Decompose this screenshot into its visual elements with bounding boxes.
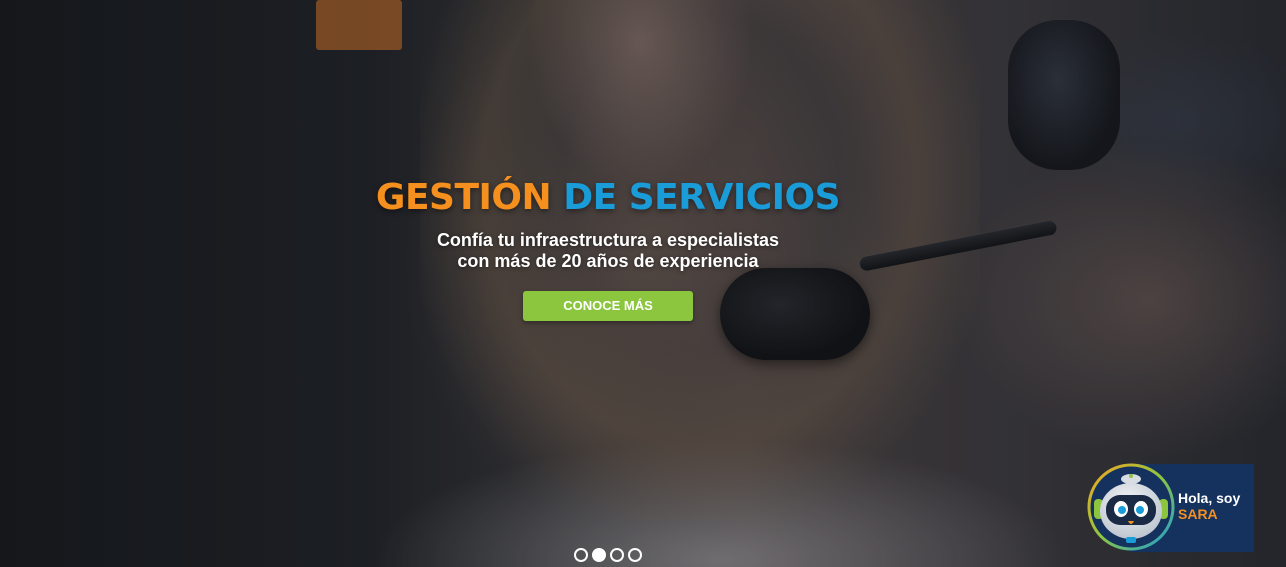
robot-avatar-icon[interactable] <box>1086 463 1176 552</box>
hero-content: GESTIÓN DE SERVICIOS Confía tu infraestr… <box>0 174 1216 321</box>
chat-widget-text: Hola, soy SARA <box>1178 490 1254 522</box>
hero-title-rest: DE SERVICIOS <box>563 177 841 218</box>
hero-banner: GESTIÓN DE SERVICIOS Confía tu infraestr… <box>0 0 1286 567</box>
conoce-mas-button[interactable]: CONOCE MÁS <box>523 291 693 321</box>
hero-title-highlight: GESTIÓN <box>375 177 552 218</box>
chat-assistant-name: SARA <box>1178 506 1218 522</box>
chat-greeting: Hola, soy <box>1178 490 1241 506</box>
carousel-dot-1[interactable] <box>574 548 588 562</box>
carousel-dot-4[interactable] <box>628 548 642 562</box>
carousel-dot-3[interactable] <box>610 548 624 562</box>
carousel-indicators <box>574 548 642 562</box>
hero-subtitle: Confía tu infraestructura a especialista… <box>0 230 1216 272</box>
chat-assistant-widget[interactable]: Hola, soy SARA <box>1086 463 1254 552</box>
hero-title: GESTIÓN DE SERVICIOS <box>0 174 1216 222</box>
hero-subtitle-line2: con más de 20 años de experiencia <box>457 251 759 271</box>
carousel-dot-2-active[interactable] <box>592 548 606 562</box>
hero-subtitle-line1: Confía tu infraestructura a especialista… <box>436 230 780 250</box>
